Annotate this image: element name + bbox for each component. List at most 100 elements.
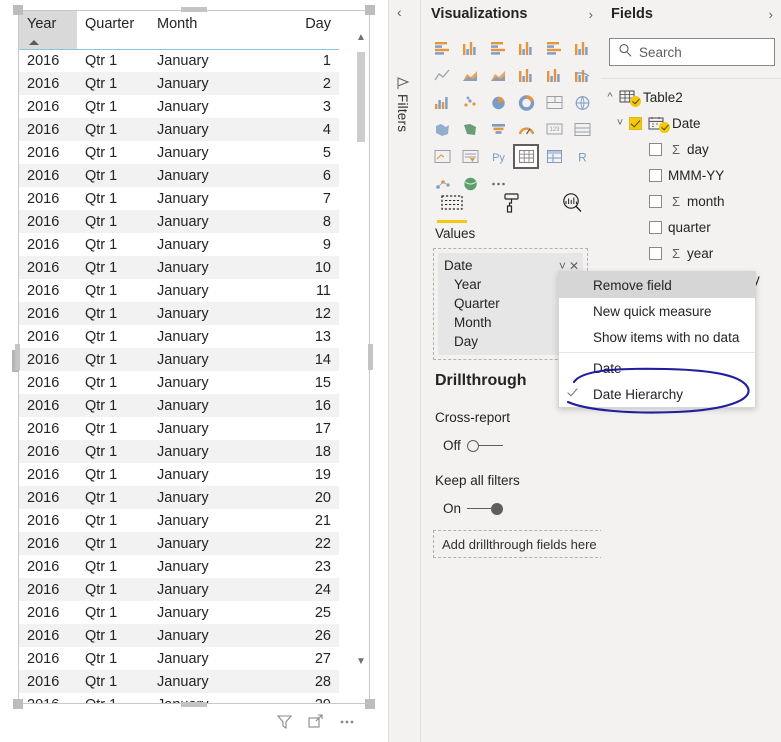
py-visual-icon[interactable]: Py <box>485 144 511 169</box>
table-row[interactable]: 2016 Qtr 1 January 4 <box>19 118 339 141</box>
table-cell-year[interactable]: 2016 <box>19 624 77 647</box>
column-header-year[interactable]: Year <box>19 11 77 50</box>
table-cell-year[interactable]: 2016 <box>19 256 77 279</box>
visualizations-expand-chevron-right-icon[interactable]: › <box>589 7 593 22</box>
table-cell-year[interactable]: 2016 <box>19 647 77 670</box>
table-cell-month[interactable]: January <box>149 417 253 440</box>
cross-report-toggle[interactable]: Off <box>443 438 503 453</box>
stacked-column-chart-icon[interactable] <box>457 36 483 61</box>
field-context-menu[interactable]: Remove field New quick measure Show items … <box>558 271 756 408</box>
table-row[interactable]: 2016 Qtr 1 January 23 <box>19 555 339 578</box>
card-icon[interactable]: 123 <box>541 117 567 142</box>
table-cell-day[interactable]: 12 <box>253 302 339 325</box>
field-checkbox[interactable] <box>629 116 642 130</box>
field-checkbox[interactable] <box>649 220 662 234</box>
table-row[interactable]: 2016 Qtr 1 January 8 <box>19 210 339 233</box>
treemap-icon[interactable] <box>541 90 567 115</box>
table-cell-day[interactable]: 24 <box>253 578 339 601</box>
context-menu-item-new-quick-measure[interactable]: New quick measure <box>559 298 755 324</box>
scrollbar-thumb[interactable] <box>357 52 365 142</box>
table-cell-month[interactable]: January <box>149 532 253 555</box>
table-cell-quarter[interactable]: Qtr 1 <box>77 417 149 440</box>
table-cell-quarter[interactable]: Qtr 1 <box>77 670 149 693</box>
table-cell-quarter[interactable]: Qtr 1 <box>77 532 149 555</box>
table-vertical-scrollbar[interactable]: ▲ ▼ <box>354 12 368 700</box>
table-cell-quarter[interactable]: Qtr 1 <box>77 325 149 348</box>
table-cell-quarter[interactable]: Qtr 1 <box>77 164 149 187</box>
table-cell-month[interactable]: January <box>149 210 253 233</box>
table-cell-month[interactable]: January <box>149 509 253 532</box>
table-cell-quarter[interactable]: Qtr 1 <box>77 463 149 486</box>
format-tab[interactable] <box>495 190 529 220</box>
table-row[interactable]: 2016 Qtr 1 January 28 <box>19 670 339 693</box>
table-cell-day[interactable]: 18 <box>253 440 339 463</box>
table-cell-month[interactable]: January <box>149 348 253 371</box>
table-row[interactable]: 2016 Qtr 1 January 1 <box>19 49 339 72</box>
scatter-chart-icon[interactable] <box>457 90 483 115</box>
field-tree-item-month[interactable]: Σmonth <box>601 188 781 214</box>
table-cell-day[interactable]: 21 <box>253 509 339 532</box>
table-cell-day[interactable]: 1 <box>253 49 339 72</box>
table-cell-quarter[interactable]: Qtr 1 <box>77 95 149 118</box>
table-cell-quarter[interactable]: Qtr 1 <box>77 371 149 394</box>
table-cell-day[interactable]: 10 <box>253 256 339 279</box>
fields-well-tab[interactable] <box>435 190 469 223</box>
table-cell-month[interactable]: January <box>149 256 253 279</box>
table-cell-month[interactable]: January <box>149 578 253 601</box>
table-cell-month[interactable]: January <box>149 601 253 624</box>
table-cell-year[interactable]: 2016 <box>19 348 77 371</box>
table-cell-day[interactable]: 16 <box>253 394 339 417</box>
filter-icon[interactable] <box>276 713 293 730</box>
field-checkbox[interactable] <box>649 168 662 182</box>
table-cell-year[interactable]: 2016 <box>19 279 77 302</box>
fields-search-box[interactable]: Search <box>609 38 775 66</box>
table-cell-year[interactable]: 2016 <box>19 532 77 555</box>
analytics-tab[interactable] <box>555 190 589 220</box>
table-cell-day[interactable]: 2 <box>253 72 339 95</box>
table-cell-day[interactable]: 28 <box>253 670 339 693</box>
table-cell-year[interactable]: 2016 <box>19 440 77 463</box>
table-cell-day[interactable]: 3 <box>253 95 339 118</box>
table-cell-year[interactable]: 2016 <box>19 555 77 578</box>
table-cell-quarter[interactable]: Qtr 1 <box>77 348 149 371</box>
field-tree-item-quarter[interactable]: quarter <box>601 214 781 240</box>
data-table[interactable]: Year Quarter Month Day 2016 Qtr 1 Januar… <box>19 11 339 703</box>
field-checkbox[interactable] <box>649 194 662 208</box>
table-cell-month[interactable]: January <box>149 279 253 302</box>
table-cell-month[interactable]: January <box>149 371 253 394</box>
visualization-type-grid[interactable]: 123 Py R <box>429 36 595 197</box>
context-menu-item-remove-field[interactable]: Remove field <box>559 272 755 298</box>
table-row[interactable]: 2016 Qtr 1 January 14 <box>19 348 339 371</box>
chevron-up-icon[interactable]: ^ <box>601 91 619 103</box>
table-cell-day[interactable]: 20 <box>253 486 339 509</box>
line-and-clustered-column-chart-icon[interactable] <box>541 63 567 88</box>
field-checkbox[interactable] <box>649 246 662 260</box>
100-stacked-bar-chart-icon[interactable] <box>541 36 567 61</box>
table-cell-day[interactable]: 5 <box>253 141 339 164</box>
table-row[interactable]: 2016 Qtr 1 January 3 <box>19 95 339 118</box>
area-chart-icon[interactable] <box>457 63 483 88</box>
table-cell-quarter[interactable]: Qtr 1 <box>77 118 149 141</box>
table-cell-year[interactable]: 2016 <box>19 302 77 325</box>
table-cell-month[interactable]: January <box>149 49 253 72</box>
table-row[interactable]: 2016 Qtr 1 January 22 <box>19 532 339 555</box>
table-cell-month[interactable]: January <box>149 486 253 509</box>
table-cell-year[interactable]: 2016 <box>19 325 77 348</box>
table-cell-year[interactable]: 2016 <box>19 141 77 164</box>
table-cell-quarter[interactable]: Qtr 1 <box>77 509 149 532</box>
table-cell-quarter[interactable]: Qtr 1 <box>77 256 149 279</box>
focus-mode-icon[interactable] <box>307 713 324 730</box>
ribbon-chart-icon[interactable] <box>569 63 595 88</box>
scroll-up-icon[interactable]: ▲ <box>354 30 368 46</box>
map-icon[interactable] <box>569 90 595 115</box>
table-cell-year[interactable]: 2016 <box>19 578 77 601</box>
table-cell-day[interactable]: 8 <box>253 210 339 233</box>
table-cell-month[interactable]: January <box>149 624 253 647</box>
table-row[interactable]: 2016 Qtr 1 January 12 <box>19 302 339 325</box>
column-header-day[interactable]: Day <box>253 11 339 50</box>
table-cell-quarter[interactable]: Qtr 1 <box>77 440 149 463</box>
table-cell-year[interactable]: 2016 <box>19 233 77 256</box>
fields-search-placeholder[interactable]: Search <box>639 45 682 60</box>
table-cell-month[interactable]: January <box>149 72 253 95</box>
table-cell-day[interactable]: 17 <box>253 417 339 440</box>
